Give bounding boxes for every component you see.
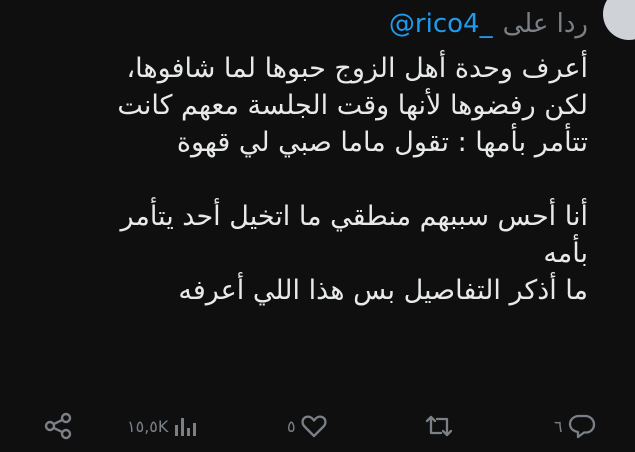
avatar[interactable] — [603, 0, 635, 40]
share-button[interactable] — [42, 410, 74, 442]
retweet-button[interactable] — [424, 410, 457, 442]
reply-handle-link[interactable]: @rico4_ — [389, 9, 493, 39]
tweet-text-line: لكن رفضوها لأنها وقت الجلسة معهم كانت — [117, 90, 588, 121]
tweet-actions: ١٥,٥K ٥ ٦ — [0, 404, 635, 448]
tweet-text-line: تتأمر بأمها : تقول ماما صبي لي قهوة — [176, 127, 588, 158]
tweet-text: أعرف وحدة أهل الزوج حبوها لما شافوها، لك… — [8, 50, 588, 309]
like-button[interactable]: ٥ — [284, 410, 328, 442]
share-icon — [42, 410, 74, 442]
tweet: ردا على @rico4_ أعرف وحدة أهل الزوج حبوه… — [0, 0, 635, 452]
retweet-icon — [424, 411, 454, 441]
reply-prefix: ردا على — [502, 9, 588, 39]
views-button[interactable]: ١٥,٥K — [124, 410, 197, 442]
reply-button[interactable]: ٦ — [551, 410, 597, 442]
tweet-text-line — [8, 161, 588, 198]
reply-context: ردا على @rico4_ — [389, 4, 588, 44]
like-icon — [300, 412, 328, 440]
reply-count: ٦ — [554, 416, 563, 436]
reply-icon — [567, 411, 597, 441]
views-icon — [174, 414, 197, 438]
like-count: ٥ — [287, 416, 296, 436]
tweet-text-line: أنا أحس سببهم منطقي ما اتخيل أحد يتأمر — [120, 201, 588, 232]
tweet-text-line: أعرف وحدة أهل الزوج حبوها لما شافوها، — [126, 53, 588, 84]
tweet-text-line: بأمه — [543, 238, 588, 269]
views-count: ١٥,٥K — [127, 416, 169, 436]
tweet-text-line: ما أذكر التفاصيل بس هذا اللي أعرفه — [178, 275, 588, 306]
